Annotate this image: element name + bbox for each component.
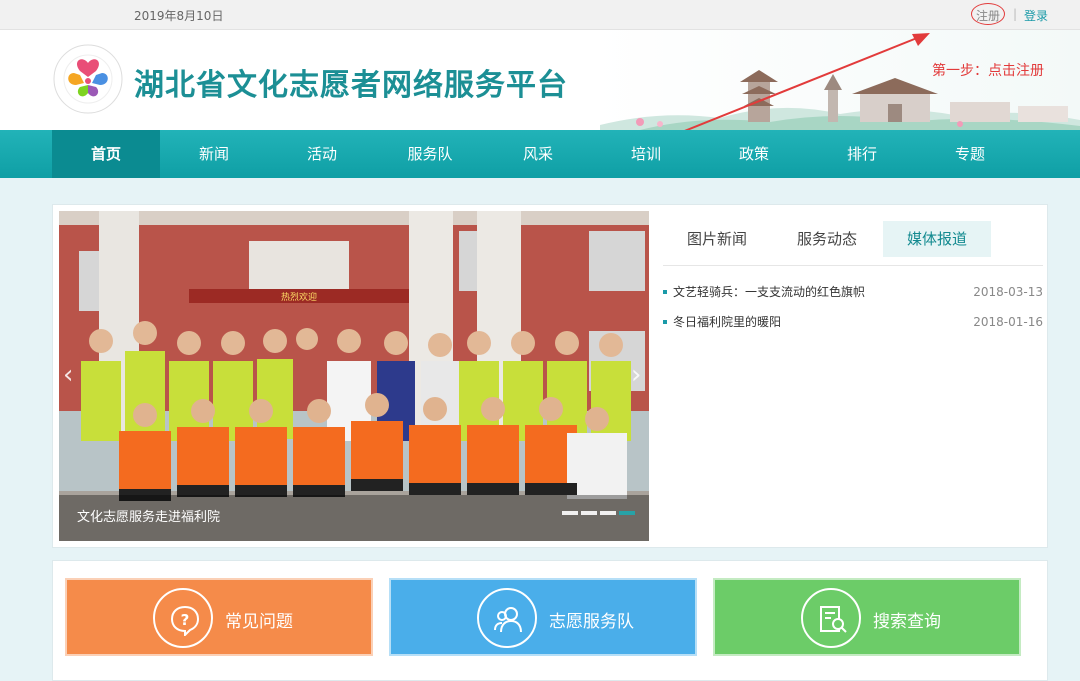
register-step-annotation: 第一步：点击注册 <box>932 63 1044 79</box>
carousel-caption[interactable]: 文化志愿服务走进福利院 <box>77 506 220 525</box>
carousel-dot-active[interactable] <box>619 511 635 515</box>
volunteer-group-photo: 热烈欢迎 <box>59 211 649 541</box>
search-query-button[interactable]: 搜索查询 <box>713 578 1021 656</box>
chevron-right-icon: › <box>631 360 642 390</box>
photo-carousel[interactable]: 热烈欢迎 ‹ › 文化志愿服务走进福利院 <box>59 211 649 541</box>
svg-text:?: ? <box>181 611 190 629</box>
landmark-scenery-illustration <box>600 70 1080 130</box>
nav-item-news[interactable]: 新闻 <box>160 130 268 178</box>
volunteer-teams-label: 志愿服务队 <box>549 612 634 632</box>
nav-item-topics[interactable]: 专题 <box>916 130 1024 178</box>
document-search-icon <box>801 588 861 648</box>
tab-photo-news[interactable]: 图片新闻 <box>663 221 771 257</box>
login-link[interactable]: 登录 <box>1024 7 1048 24</box>
question-bubble-icon: ? <box>153 588 213 648</box>
search-query-label: 搜索查询 <box>873 612 941 632</box>
current-date: 2019年8月10日 <box>134 9 224 23</box>
bullet-icon <box>663 320 667 324</box>
faq-label: 常见问题 <box>225 612 293 632</box>
main-nav: 首页 新闻 活动 服务队 风采 培训 政策 排行 专题 <box>0 130 1080 178</box>
nav-item-ranking[interactable]: 排行 <box>808 130 916 178</box>
tab-service-updates[interactable]: 服务动态 <box>773 221 881 257</box>
news-title[interactable]: 冬日福利院里的暖阳 <box>673 307 781 337</box>
news-list: 文艺轻骑兵：一支支流动的红色旗帜 2018-03-13 冬日福利院里的暖阳 20… <box>663 277 1043 337</box>
topbar-separator: | <box>1013 7 1018 21</box>
top-utility-bar: 2019年8月10日 注册 | 登录 <box>0 0 1080 30</box>
people-icon <box>477 588 537 648</box>
nav-item-policy[interactable]: 政策 <box>700 130 808 178</box>
featured-content-panel: 热烈欢迎 ‹ › 文化志愿服务走进福利院 图片新闻 服务动态 媒体报道 文艺轻骑… <box>52 204 1048 548</box>
tabs-divider <box>663 265 1043 266</box>
carousel-next-button[interactable]: › <box>631 361 645 389</box>
tab-media-reports[interactable]: 媒体报道 <box>883 221 991 257</box>
carousel-indicators <box>559 500 635 519</box>
news-title[interactable]: 文艺轻骑兵：一支支流动的红色旗帜 <box>673 277 865 307</box>
nav-item-showcase[interactable]: 风采 <box>484 130 592 178</box>
chevron-left-icon: ‹ <box>63 360 74 390</box>
carousel-dot[interactable] <box>600 511 616 515</box>
news-date: 2018-01-16 <box>973 315 1043 329</box>
faq-button[interactable]: ? 常见问题 <box>65 578 373 656</box>
list-item[interactable]: 文艺轻骑兵：一支支流动的红色旗帜 2018-03-13 <box>663 277 1043 307</box>
nav-item-activities[interactable]: 活动 <box>268 130 376 178</box>
nav-item-training[interactable]: 培训 <box>592 130 700 178</box>
site-title: 湖北省文化志愿者网络服务平台 <box>134 68 568 103</box>
news-date: 2018-03-13 <box>973 285 1043 299</box>
site-header: 湖北省文化志愿者网络服务平台 第一步：点击注册 <box>0 30 1080 130</box>
news-tabs: 图片新闻 服务动态 媒体报道 <box>663 221 1041 259</box>
nav-item-service-teams[interactable]: 服务队 <box>376 130 484 178</box>
carousel-dot[interactable] <box>581 511 597 515</box>
welcome-banner-text: 热烈欢迎 <box>281 291 317 303</box>
register-link[interactable]: 注册 <box>976 7 1000 24</box>
list-item[interactable]: 冬日福利院里的暖阳 2018-01-16 <box>663 307 1043 337</box>
carousel-dot[interactable] <box>562 511 578 515</box>
bullet-icon <box>663 290 667 294</box>
volunteer-teams-button[interactable]: 志愿服务队 <box>389 578 697 656</box>
quick-links-panel: ? 常见问题 志愿服务队 搜索查询 <box>52 560 1048 681</box>
nav-item-home[interactable]: 首页 <box>52 130 160 178</box>
site-logo[interactable] <box>52 43 124 115</box>
carousel-prev-button[interactable]: ‹ <box>63 361 77 389</box>
